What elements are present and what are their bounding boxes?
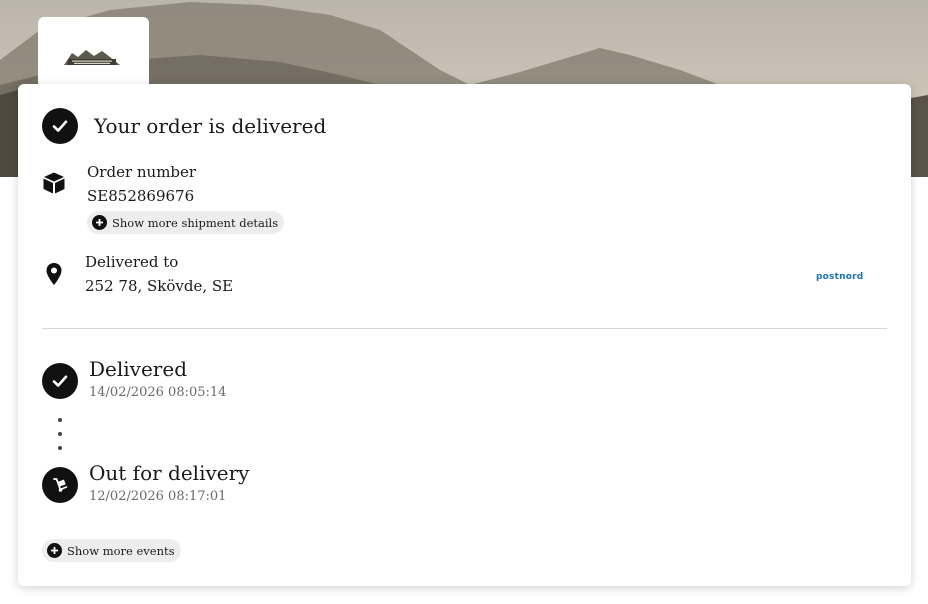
check-circle-icon <box>42 108 78 144</box>
hand-truck-icon <box>42 467 78 503</box>
event-title: Out for delivery <box>89 461 250 485</box>
show-more-events-label: Show more events <box>67 543 175 558</box>
event-timestamp: 12/02/2026 08:17:01 <box>89 489 227 504</box>
plus-icon <box>47 543 62 558</box>
delivered-to-label: Delivered to <box>85 253 179 271</box>
carrier-logo: postnord <box>816 272 864 282</box>
show-shipment-details-label: Show more shipment details <box>112 215 279 230</box>
order-number-value: SE852869676 <box>87 187 195 205</box>
location-pin-icon <box>46 263 62 285</box>
event-timestamp: 14/02/2026 08:05:14 <box>89 385 227 400</box>
order-number-label: Order number <box>87 163 197 181</box>
tracking-card: Your order is delivered Order number SE8… <box>18 84 911 586</box>
divider <box>42 328 887 329</box>
event-delivered-icon <box>42 363 78 399</box>
timeline-dot <box>58 432 62 436</box>
show-shipment-details-button[interactable]: Show more shipment details <box>87 211 285 234</box>
timeline-dot <box>58 446 62 450</box>
event-title: Delivered <box>89 357 187 381</box>
status-headline: Your order is delivered <box>94 114 327 138</box>
show-more-events-button[interactable]: Show more events <box>42 539 181 562</box>
timeline-dot <box>58 418 62 422</box>
plus-icon <box>92 215 107 230</box>
delivery-address: 252 78, Skövde, SE <box>85 277 234 295</box>
brand-logo-icon <box>64 50 120 65</box>
package-icon <box>43 172 65 194</box>
